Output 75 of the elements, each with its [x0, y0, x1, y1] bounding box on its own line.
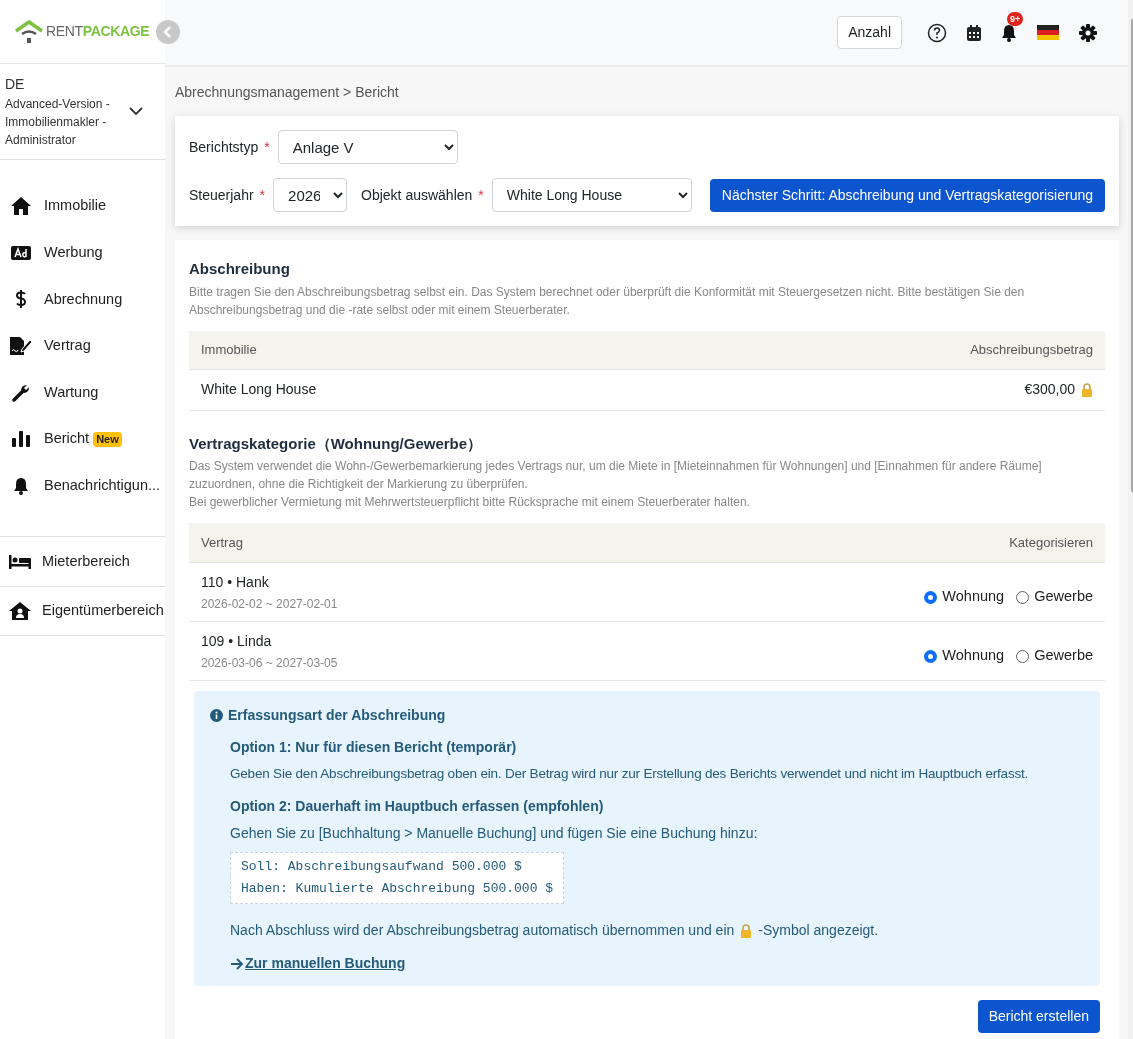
account-role: Advanced-Version - Immobilienmakler - Administrator	[5, 96, 111, 149]
bar-chart-icon	[12, 431, 30, 448]
info-icon	[210, 709, 223, 722]
house-icon	[11, 197, 31, 216]
contract-name: 109 • Linda	[201, 631, 273, 651]
chevron-down-icon[interactable]	[129, 107, 143, 116]
breadcrumb: Abrechnungsmanagement > Bericht	[175, 83, 400, 102]
required-mark: *	[478, 185, 484, 205]
section-title: Vertragskategorie（Wohnung/Gewerbe）	[189, 433, 484, 454]
info-text: Nach Abschluss wird der Abschreibungsbetrag automatisch übernommen und ein	[230, 921, 735, 941]
section-note: Bei gewerblicher Vermietung mit Mehrwertsteuerpflicht bitte Rücksprache mit einem Steuerberater halten.	[189, 494, 751, 511]
create-report-button[interactable]: Bericht erstellen	[977, 1000, 1100, 1034]
option-title: Option 1: Nur für diesen Bericht (temporär)	[230, 738, 518, 757]
arrow-right-icon	[230, 957, 244, 970]
notification-bell-icon[interactable]	[1001, 23, 1017, 42]
sidebar-item[interactable]: Abrechnung	[0, 276, 165, 323]
code-block: Soll: Abschreibungsaufwand 500.000 $ Haben: Kumulierte Abschreibung 500.000 $	[230, 852, 565, 905]
required-mark: *	[259, 185, 266, 205]
field-label: Berichtstyp	[189, 137, 259, 157]
lock-icon	[740, 923, 753, 938]
info-text: -Symbol angezeigt.	[758, 921, 879, 941]
logo-text: RENT	[46, 22, 83, 41]
bed-icon	[9, 554, 31, 569]
document-pen-icon	[10, 337, 32, 356]
table-cell-text: €300,00	[1024, 380, 1075, 399]
chevron-left-icon	[163, 26, 173, 38]
logo-text: PACKAGE	[82, 22, 150, 41]
calendar-icon[interactable]	[967, 24, 981, 41]
section-note: Das System verwendet die Wohn-/Gewerbemarkierung jedes Vertrags nur, um die Miete in [Mieteinnahmen für Wohnungen] und [Einnahmen für andere Räume] zuzuordnen, ohne die Richtigkeit der Markierung zu überprüfen.	[189, 458, 1043, 493]
notification-badge: 9+	[1007, 11, 1024, 26]
sidebar-item[interactable]: Immobilie	[0, 183, 165, 230]
radio-option[interactable]: Gewerbe	[1016, 645, 1093, 667]
contract-name: 110 • Hank	[201, 572, 270, 592]
column-header: Immobilie	[201, 340, 257, 359]
sidebar-item[interactable]: Werbung	[0, 229, 165, 277]
contract-period: 2026-02-02 ~ 2027-02-01	[201, 595, 338, 613]
column-header: Kategorisieren	[1009, 533, 1093, 552]
german-flag-icon[interactable]	[1037, 25, 1059, 40]
option-title: Option 2: Dauerhaft im Hauptbuch erfassen (empfohlen)	[230, 797, 605, 817]
logo-icon	[14, 18, 44, 45]
account-region: DE	[5, 75, 26, 94]
settings-icon[interactable]	[1079, 23, 1097, 42]
wrench-icon	[12, 383, 30, 402]
manual-booking-link[interactable]: Zur manuellen Buchung	[230, 953, 406, 975]
object-select[interactable]: White Long House	[491, 178, 692, 212]
dollar-icon	[15, 290, 27, 309]
section-title: Abschreibung	[189, 259, 291, 279]
radio-option[interactable]: Wohnung	[924, 645, 1005, 667]
required-mark: *	[264, 137, 270, 157]
field-label: Steuerjahr	[189, 185, 254, 205]
option-text: Geben Sie den Abschreibungsbetrag oben ein. Der Betrag wird nur zur Erstellung des Berichts verwendet und nicht im Hauptbuch erfasst.	[230, 765, 1030, 783]
house-user-icon	[9, 602, 31, 621]
new-badge: New	[93, 431, 122, 447]
contract-period: 2026-03-06 ~ 2027-03-05	[201, 654, 338, 672]
sidebar-item[interactable]: Vertrag	[0, 322, 165, 370]
ad-icon	[11, 245, 31, 260]
field-label: Objekt auswählen	[361, 185, 473, 205]
sidebar-item[interactable]: Benachrichtigun...	[0, 462, 165, 510]
sidebar-item[interactable]: Wartung	[0, 369, 165, 416]
section-note: Bitte tragen Sie den Abschreibungsbetrag selbst ein. Das System berechnet oder überprüft die Konformität mit Steuergesetzen nicht. Bitte bestätigen Sie den Abschreibungsbetrag und die -rate selbst oder mit einem Steuerberater.	[189, 283, 1026, 319]
column-header: Vertrag	[201, 533, 243, 552]
report-type-select[interactable]: Anlage V	[277, 130, 458, 164]
info-title: Erfassungsart der Abschreibung	[228, 706, 446, 725]
tax-year-select[interactable]: 2026	[273, 178, 348, 212]
radio-option[interactable]: Gewerbe	[1016, 586, 1093, 608]
table-cell-text: White Long House	[201, 380, 317, 399]
help-icon[interactable]	[927, 22, 947, 43]
bell-icon	[13, 476, 29, 495]
sidebar-item[interactable]: Eigentümerbereich	[0, 586, 165, 637]
sidebar-item[interactable]: Bericht New	[0, 415, 165, 463]
radio-option[interactable]: Wohnung	[924, 586, 1005, 608]
option-text: Gehen Sie zu [Buchhaltung > Manuelle Buchung] und fügen Sie eine Buchung hinzu:	[230, 824, 759, 844]
next-step-button[interactable]: Nächster Schritt: Abschreibung und Vertragskategorisierung	[709, 178, 1105, 212]
count-button[interactable]: Anzahl	[837, 16, 902, 49]
column-header: Abschreibungsbetrag	[970, 340, 1093, 359]
